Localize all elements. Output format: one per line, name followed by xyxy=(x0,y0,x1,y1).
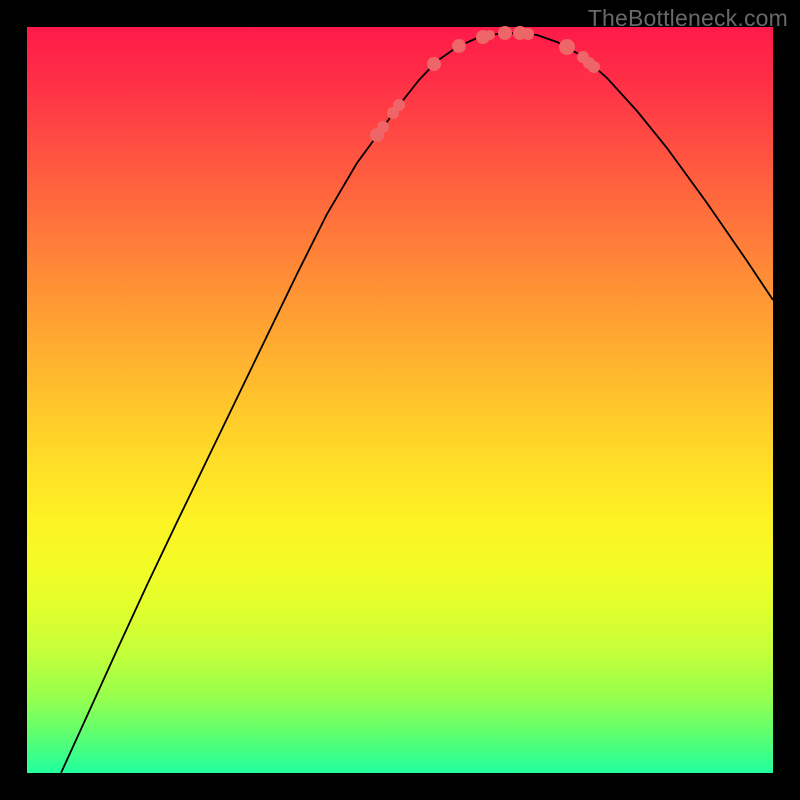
outer-frame: TheBottleneck.com xyxy=(0,0,800,800)
highlight-dots xyxy=(370,26,600,142)
chart-overlay xyxy=(27,27,773,773)
highlight-dot xyxy=(485,30,495,40)
watermark-text: TheBottleneck.com xyxy=(588,5,788,32)
highlight-dot xyxy=(522,28,534,40)
highlight-dot xyxy=(588,61,600,73)
bottleneck-curve xyxy=(61,33,773,773)
highlight-dot xyxy=(427,57,441,71)
highlight-dot xyxy=(559,39,575,55)
highlight-dot xyxy=(377,121,389,133)
highlight-dot xyxy=(498,26,512,40)
highlight-dot xyxy=(452,39,466,53)
highlight-dot xyxy=(393,99,405,111)
